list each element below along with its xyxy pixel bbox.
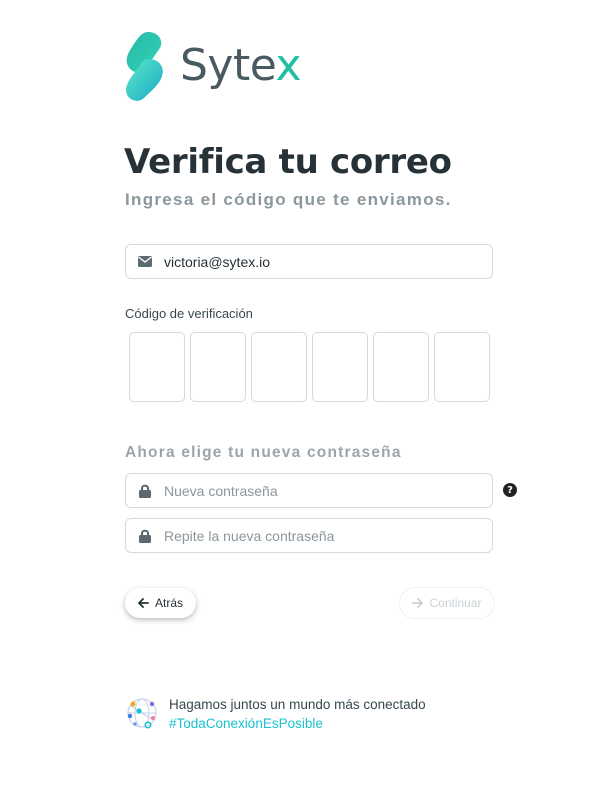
footer-tagline: Hagamos juntos un mundo más conectado: [169, 697, 426, 712]
footer: Hagamos juntos un mundo más conectado #T…: [125, 696, 426, 731]
verification-code-label: Código de verificación: [125, 306, 253, 321]
brand-name-main: Syte: [180, 40, 276, 91]
sytex-logo: Sytex: [124, 30, 302, 102]
repeat-password-field[interactable]: [125, 518, 493, 553]
lock-icon: [138, 529, 152, 543]
lock-icon: [138, 484, 152, 498]
new-password-field[interactable]: [125, 473, 493, 508]
brand-name-accent: x: [275, 40, 302, 91]
footer-hashtag[interactable]: #TodaConexiónEsPosible: [169, 716, 426, 731]
repeat-password-input[interactable]: [164, 527, 464, 544]
arrow-right-icon: [412, 598, 424, 608]
back-button[interactable]: Atrás: [125, 588, 196, 618]
code-digit-3[interactable]: [251, 332, 307, 402]
new-password-input[interactable]: [164, 482, 464, 499]
verification-code-inputs: [129, 332, 490, 402]
code-digit-6[interactable]: [434, 332, 490, 402]
connected-globe-icon: [127, 698, 157, 729]
back-button-label: Atrás: [154, 596, 183, 610]
email-input[interactable]: [164, 253, 464, 270]
page-subtitle: Ingresa el código que te enviamos.: [125, 190, 452, 209]
envelope-icon: [138, 255, 152, 269]
code-digit-4[interactable]: [312, 332, 368, 402]
code-digit-2[interactable]: [190, 332, 246, 402]
continue-button-label: Continuar: [429, 596, 482, 610]
sytex-logo-icon: [126, 32, 163, 101]
question-circle-icon[interactable]: ?: [503, 483, 517, 497]
email-field[interactable]: [125, 244, 493, 279]
arrow-left-icon: [138, 598, 149, 608]
page-title: Verifica tu correo: [124, 142, 452, 182]
continue-button[interactable]: Continuar: [399, 587, 495, 619]
code-digit-5[interactable]: [373, 332, 429, 402]
brand-name: Sytex: [180, 44, 302, 88]
code-digit-1[interactable]: [129, 332, 185, 402]
new-password-heading: Ahora elige tu nueva contraseña: [125, 444, 402, 461]
